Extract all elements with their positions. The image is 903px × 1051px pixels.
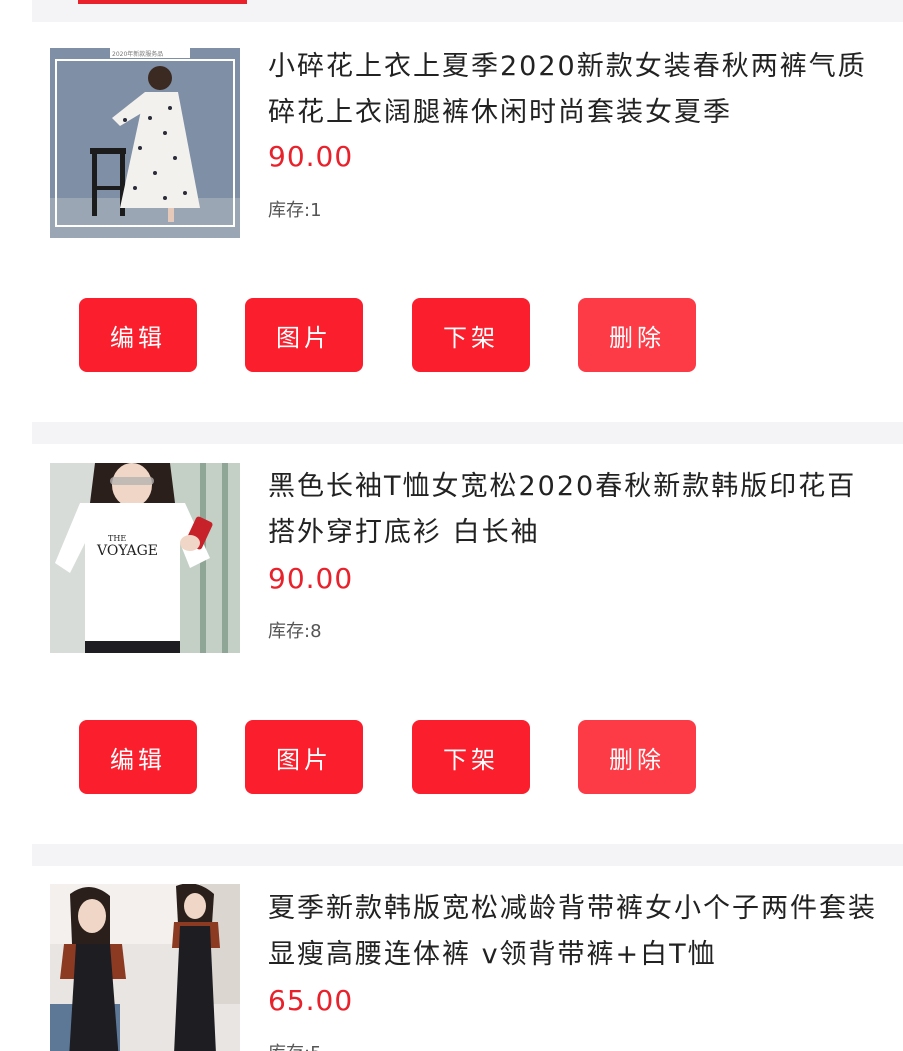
white-tshirt-image: THE VOYAGE — [50, 463, 240, 653]
product-stock: 库存:8 — [268, 621, 322, 642]
edit-button[interactable]: 编辑 — [79, 720, 197, 794]
product-card: 夏季新款韩版宽松减龄背带裤女小个子两件套装显瘦高腰连体裤 v领背带裤+白T恤 6… — [32, 866, 903, 1051]
image-button[interactable]: 图片 — [245, 720, 363, 794]
shirt-print-small: THE — [108, 534, 126, 543]
overalls-image — [50, 884, 240, 1051]
unlist-button[interactable]: 下架 — [412, 298, 530, 372]
product-title[interactable]: 小碎花上衣上夏季2020新款女装春秋两裤气质碎花上衣阔腿裤休闲时尚套装女夏季 — [268, 44, 878, 136]
unlist-button[interactable]: 下架 — [412, 720, 530, 794]
product-image[interactable]: THE VOYAGE — [50, 463, 240, 653]
product-price: 90.00 — [268, 140, 354, 173]
product-card: 2020年新款服务品 小碎花上衣上夏季2020新款女装春秋两裤气质碎花上衣阔腿裤… — [32, 22, 903, 420]
product-image[interactable]: 2020年新款服务品 — [50, 48, 240, 238]
card-separator — [32, 422, 903, 444]
product-price: 65.00 — [268, 984, 354, 1017]
product-title[interactable]: 黑色长袖T恤女宽松2020春秋新款韩版印花百搭外穿打底衫 白长袖 — [268, 464, 878, 556]
product-stock: 库存:5 — [268, 1039, 322, 1051]
delete-button[interactable]: 删除 — [578, 298, 696, 372]
product-card: THE VOYAGE 黑色长袖T恤女宽松2020春秋新款韩版印花百搭外穿打底衫 … — [32, 444, 903, 842]
product-image[interactable] — [50, 884, 240, 1051]
product-title[interactable]: 夏季新款韩版宽松减龄背带裤女小个子两件套装显瘦高腰连体裤 v领背带裤+白T恤 — [268, 886, 878, 978]
delete-button[interactable]: 删除 — [578, 720, 696, 794]
floral-dress-image — [50, 48, 240, 238]
product-stock: 库存:1 — [268, 200, 322, 221]
product-price: 90.00 — [268, 562, 354, 595]
image-button[interactable]: 图片 — [245, 298, 363, 372]
image-tag: 2020年新款服务品 — [112, 51, 164, 58]
card-separator — [32, 844, 903, 866]
shirt-print-main: VOYAGE — [96, 543, 158, 559]
active-tab-indicator — [78, 0, 247, 4]
edit-button[interactable]: 编辑 — [79, 298, 197, 372]
